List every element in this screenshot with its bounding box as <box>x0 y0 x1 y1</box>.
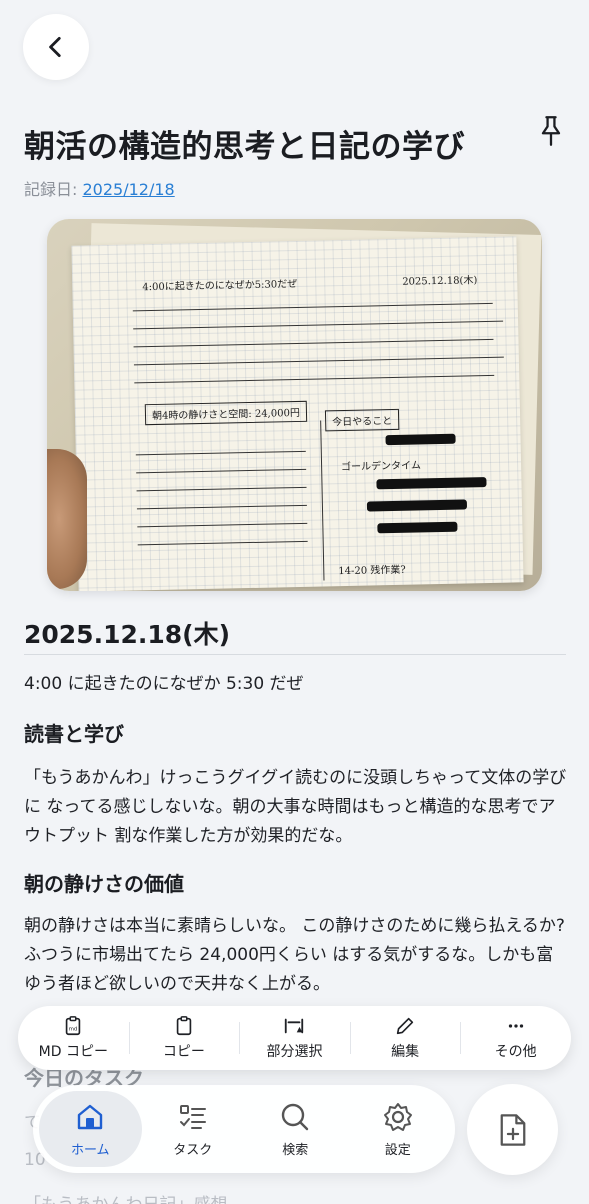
scribble-rule <box>137 540 308 546</box>
redaction-mark <box>385 433 456 446</box>
scribble-rule <box>133 356 504 366</box>
clipboard-icon <box>176 1016 192 1036</box>
back-button[interactable] <box>23 14 89 80</box>
task-list-icon <box>179 1104 206 1129</box>
record-date-label: 記録日: <box>24 180 83 199</box>
scribble-rule <box>133 320 504 330</box>
pencil-icon <box>396 1017 414 1035</box>
more-button[interactable]: その他 <box>460 1006 571 1070</box>
new-note-button[interactable] <box>467 1084 558 1175</box>
scribble-rule <box>135 450 306 456</box>
scribble-rule <box>134 374 495 384</box>
partial-select-label: 部分選択 <box>266 1044 323 1060</box>
hand-holding-paper <box>47 449 87 589</box>
edit-label: 編集 <box>391 1044 420 1060</box>
edit-button[interactable]: 編集 <box>349 1006 461 1070</box>
md-copy-icon: md <box>66 1016 81 1036</box>
partial-select-button[interactable]: 部分選択 <box>239 1006 350 1070</box>
redaction-mark <box>376 477 487 490</box>
section-heading-quiet: 朝の静けさの価値 <box>24 872 184 896</box>
entry-heading: 2025.12.18(木) <box>24 620 231 649</box>
scribble-divider <box>320 420 325 581</box>
scribble-golden: ゴールデンタイム <box>341 460 422 474</box>
md-copy-label: MD コピー <box>38 1044 108 1060</box>
tab-tasks-label: タスク <box>173 1142 213 1158</box>
record-date-link[interactable]: 2025/12/18 <box>82 180 174 199</box>
redaction-mark <box>366 499 468 512</box>
redaction-mark <box>377 521 458 534</box>
copy-button[interactable]: コピー <box>128 1006 240 1070</box>
partial-select-icon <box>285 1018 304 1034</box>
action-bar: md MD コピー コピー 部分選択 編集 その他 <box>18 1006 571 1070</box>
copy-label: コピー <box>162 1044 205 1060</box>
scribble-line1: 4:00に起きたのになぜか5:30だぜ <box>142 278 298 294</box>
tab-search-label: 検索 <box>282 1142 309 1158</box>
svg-text:md: md <box>69 1027 78 1033</box>
scribble-rule <box>136 504 307 510</box>
entry-intro: 4:00 に起きたのになぜか 5:30 だぜ <box>24 674 304 694</box>
journal-photo[interactable]: 4:00に起きたのになぜか5:30だぜ 2025.12.18(木) 朝4時の静け… <box>47 219 542 591</box>
md-copy-button[interactable]: md MD コピー <box>18 1006 129 1070</box>
tab-tasks[interactable]: タスク <box>142 1091 245 1167</box>
gear-icon <box>383 1102 412 1131</box>
section-body-quiet: 朝の静けさは本当に素晴らしいな。 この静けさのために幾ら払えるか?ふつうに市場出… <box>24 916 565 994</box>
heading-divider <box>24 654 566 655</box>
pin-icon[interactable] <box>537 115 565 147</box>
record-date: 記録日: 2025/12/18 <box>24 176 175 200</box>
scribble-todo: 今日やること <box>324 408 400 432</box>
tab-settings-label: 設定 <box>384 1142 411 1158</box>
scribble-rule <box>133 338 494 348</box>
section-body-reading: 「もうあかんわ」けっこうグイグイ読むのに没頭しちゃって文体の学びに なってる感じ… <box>24 768 567 846</box>
home-icon <box>78 1104 103 1129</box>
scribble-box: 朝4時の静けさと空間: 24,000円 <box>144 400 308 426</box>
scribble-ending: 14-20 残作業? <box>338 564 406 578</box>
add-document-icon <box>500 1113 525 1146</box>
more-icon <box>508 1024 523 1028</box>
section-heading-reading: 読書と学び <box>24 722 124 746</box>
chevron-left-icon <box>49 36 61 58</box>
hidden-line: 「もうあかんわ日記」感想 <box>24 1190 228 1204</box>
paper-sheet: 4:00に起きたのになぜか5:30だぜ 2025.12.18(木) 朝4時の静け… <box>71 236 524 591</box>
scribble-rule <box>136 468 307 474</box>
search-icon <box>282 1103 309 1130</box>
tab-search[interactable]: 検索 <box>244 1091 347 1167</box>
scribble-date: 2025.12.18(木) <box>402 275 478 288</box>
scribble-rule <box>137 522 308 528</box>
scribble-rule <box>136 486 307 492</box>
tab-settings[interactable]: 設定 <box>347 1091 450 1167</box>
tab-home-label: ホーム <box>70 1142 110 1158</box>
more-label: その他 <box>494 1044 537 1060</box>
tab-home[interactable]: ホーム <box>39 1091 142 1167</box>
scribble-rule <box>132 302 493 312</box>
page-title: 朝活の構造的思考と日記の学び <box>24 129 465 165</box>
tab-bar: ホーム タスク 検索 設定 <box>33 1085 455 1173</box>
